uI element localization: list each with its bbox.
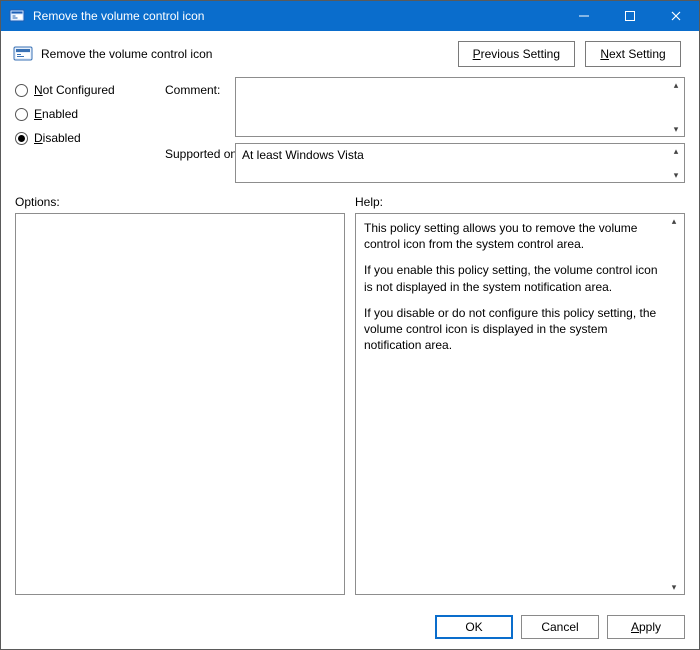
supported-scroll-up-icon[interactable]: ▴ [669, 145, 683, 157]
state-radio-group: Not Configured Enabled Disabled [15, 77, 165, 145]
supported-on-box: At least Windows Vista ▴ ▾ [235, 143, 685, 183]
pane-labels: Options: Help: [1, 183, 699, 213]
supported-on-label: Supported on: [165, 143, 235, 161]
help-paragraph: If you enable this policy setting, the v… [364, 262, 666, 294]
options-label: Options: [15, 195, 343, 209]
comment-label: Comment: [165, 77, 235, 97]
radio-dot-selected-icon [15, 132, 28, 145]
help-paragraph: This policy setting allows you to remove… [364, 220, 666, 252]
help-pane: This policy setting allows you to remove… [355, 213, 685, 595]
close-button[interactable] [653, 1, 699, 31]
titlebar[interactable]: Remove the volume control icon [1, 1, 699, 31]
radio-not-configured[interactable]: Not Configured [15, 83, 165, 97]
radio-dot-icon [15, 108, 28, 121]
policy-icon [13, 44, 33, 64]
policy-app-icon [9, 8, 25, 24]
help-label: Help: [355, 195, 685, 209]
window-title: Remove the volume control icon [33, 9, 561, 23]
dialog-body: Remove the volume control icon Previous … [1, 31, 699, 649]
config-grid: Not Configured Enabled Disabled Comment:… [1, 71, 699, 183]
previous-setting-button[interactable]: Previous Setting [458, 41, 575, 67]
options-pane [15, 213, 345, 595]
help-paragraph: If you disable or do not configure this … [364, 305, 666, 354]
policy-editor-window: Remove the volume control icon Remove th… [0, 0, 700, 650]
comment-scroll-up-icon[interactable]: ▴ [669, 79, 683, 91]
cancel-button[interactable]: Cancel [521, 615, 599, 639]
help-scrollbar[interactable]: ▴ ▾ [667, 215, 683, 593]
policy-title: Remove the volume control icon [41, 47, 458, 61]
maximize-button[interactable] [607, 1, 653, 31]
radio-dot-icon [15, 84, 28, 97]
comment-textarea[interactable]: ▴ ▾ [235, 77, 685, 137]
comment-scroll-down-icon[interactable]: ▾ [669, 123, 683, 135]
minimize-button[interactable] [561, 1, 607, 31]
ok-button[interactable]: OK [435, 615, 513, 639]
apply-button[interactable]: Apply [607, 615, 685, 639]
help-scroll-down-icon[interactable]: ▾ [667, 581, 681, 593]
dialog-footer: OK Cancel Apply [1, 605, 699, 649]
radio-disabled[interactable]: Disabled [15, 131, 165, 145]
next-setting-button[interactable]: Next Setting [585, 41, 681, 67]
panes: This policy setting allows you to remove… [1, 213, 699, 605]
help-scroll-up-icon[interactable]: ▴ [667, 215, 681, 227]
supported-scroll-down-icon[interactable]: ▾ [669, 169, 683, 181]
radio-enabled[interactable]: Enabled [15, 107, 165, 121]
supported-on-text: At least Windows Vista [242, 148, 364, 162]
header-row: Remove the volume control icon Previous … [1, 31, 699, 71]
